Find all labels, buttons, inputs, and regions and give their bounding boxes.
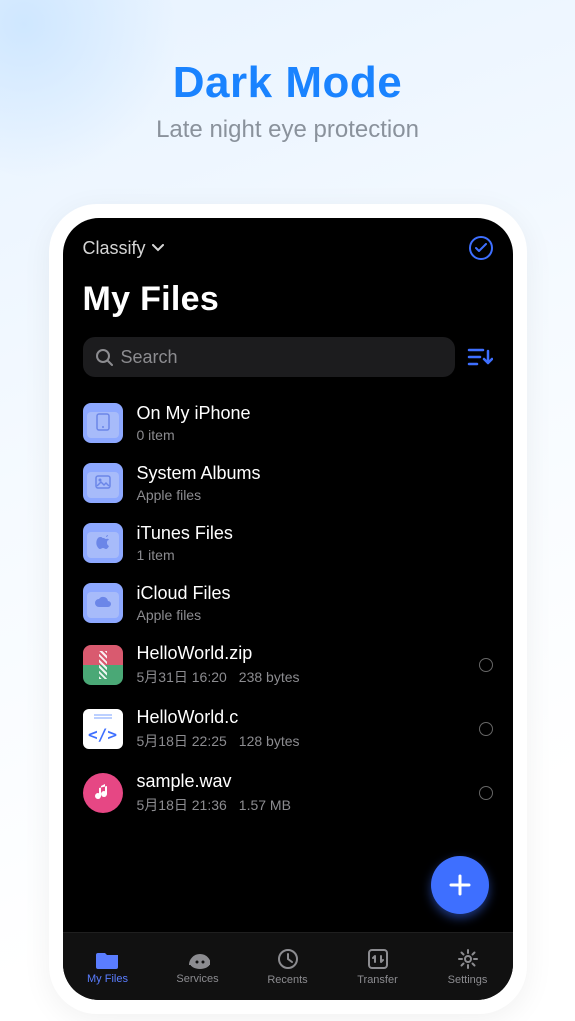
list-item[interactable]: iCloud Files Apple files <box>69 573 507 633</box>
tab-recents[interactable]: Recents <box>243 933 333 1000</box>
select-radio[interactable] <box>479 658 493 672</box>
list-item[interactable]: On My iPhone 0 item <box>69 393 507 453</box>
tab-icon <box>186 949 210 969</box>
app-screen: Classify My Files Search On <box>63 218 513 1000</box>
promo-subtitle: Late night eye protection <box>0 116 575 144</box>
tab-services[interactable]: Services <box>153 933 243 1000</box>
tab-icon <box>96 949 120 969</box>
folder-icon <box>83 463 123 503</box>
search-input[interactable]: Search <box>83 337 455 377</box>
tab-icon <box>277 948 299 970</box>
add-button[interactable] <box>431 856 489 914</box>
tab-label: My Files <box>87 973 128 985</box>
tab-settings[interactable]: Settings <box>423 933 513 1000</box>
item-title: iCloud Files <box>137 583 493 604</box>
code-file-icon: </> <box>83 709 123 749</box>
check-icon <box>475 243 487 253</box>
item-title: On My iPhone <box>137 403 493 424</box>
sort-icon <box>467 346 493 368</box>
item-title: System Albums <box>137 463 493 484</box>
select-mode-button[interactable] <box>469 236 493 260</box>
item-subtitle: Apple files <box>137 487 493 503</box>
file-list: On My iPhone 0 item System Albums Apple fil… <box>63 387 513 825</box>
folder-icon <box>83 583 123 623</box>
list-item[interactable]: iTunes Files 1 item <box>69 513 507 573</box>
item-subtitle: Apple files <box>137 607 493 623</box>
tab-icon <box>457 948 479 970</box>
list-item[interactable]: System Albums Apple files <box>69 453 507 513</box>
zip-icon <box>83 645 123 685</box>
list-item[interactable]: sample.wav 5月18日 21:361.57 MB <box>69 761 507 825</box>
item-title: iTunes Files <box>137 523 493 544</box>
select-radio[interactable] <box>479 786 493 800</box>
list-item[interactable]: </> HelloWorld.c 5月18日 22:25128 bytes <box>69 697 507 761</box>
tab-label: Services <box>176 973 218 985</box>
plus-icon <box>447 872 473 898</box>
page-title: My Files <box>63 260 513 337</box>
item-subtitle: 5月18日 22:25128 bytes <box>137 731 465 751</box>
item-title: sample.wav <box>137 771 465 792</box>
tab-label: Recents <box>267 974 307 986</box>
tab-label: Settings <box>448 974 488 986</box>
audio-icon <box>83 773 123 813</box>
item-subtitle: 5月31日 16:20238 bytes <box>137 667 465 687</box>
classify-dropdown[interactable]: Classify <box>83 238 164 259</box>
search-icon <box>95 348 113 366</box>
folder-icon <box>83 523 123 563</box>
item-subtitle: 5月18日 21:361.57 MB <box>137 795 465 815</box>
item-title: HelloWorld.c <box>137 707 465 728</box>
device-frame: Classify My Files Search On <box>49 204 527 1014</box>
tab-icon <box>367 948 389 970</box>
chevron-down-icon <box>152 244 164 252</box>
item-subtitle: 0 item <box>137 427 493 443</box>
search-placeholder: Search <box>121 347 178 368</box>
tab-my-files[interactable]: My Files <box>63 933 153 1000</box>
list-item[interactable]: HelloWorld.zip 5月31日 16:20238 bytes <box>69 633 507 697</box>
item-title: HelloWorld.zip <box>137 643 465 664</box>
classify-label: Classify <box>83 238 146 259</box>
tab-label: Transfer <box>357 974 398 986</box>
folder-icon <box>83 403 123 443</box>
promo-title: Dark Mode <box>0 58 575 108</box>
select-radio[interactable] <box>479 722 493 736</box>
sort-button[interactable] <box>467 346 493 368</box>
tab-transfer[interactable]: Transfer <box>333 933 423 1000</box>
tab-bar: My Files Services Recents Transfer Settings <box>63 932 513 1000</box>
item-subtitle: 1 item <box>137 547 493 563</box>
